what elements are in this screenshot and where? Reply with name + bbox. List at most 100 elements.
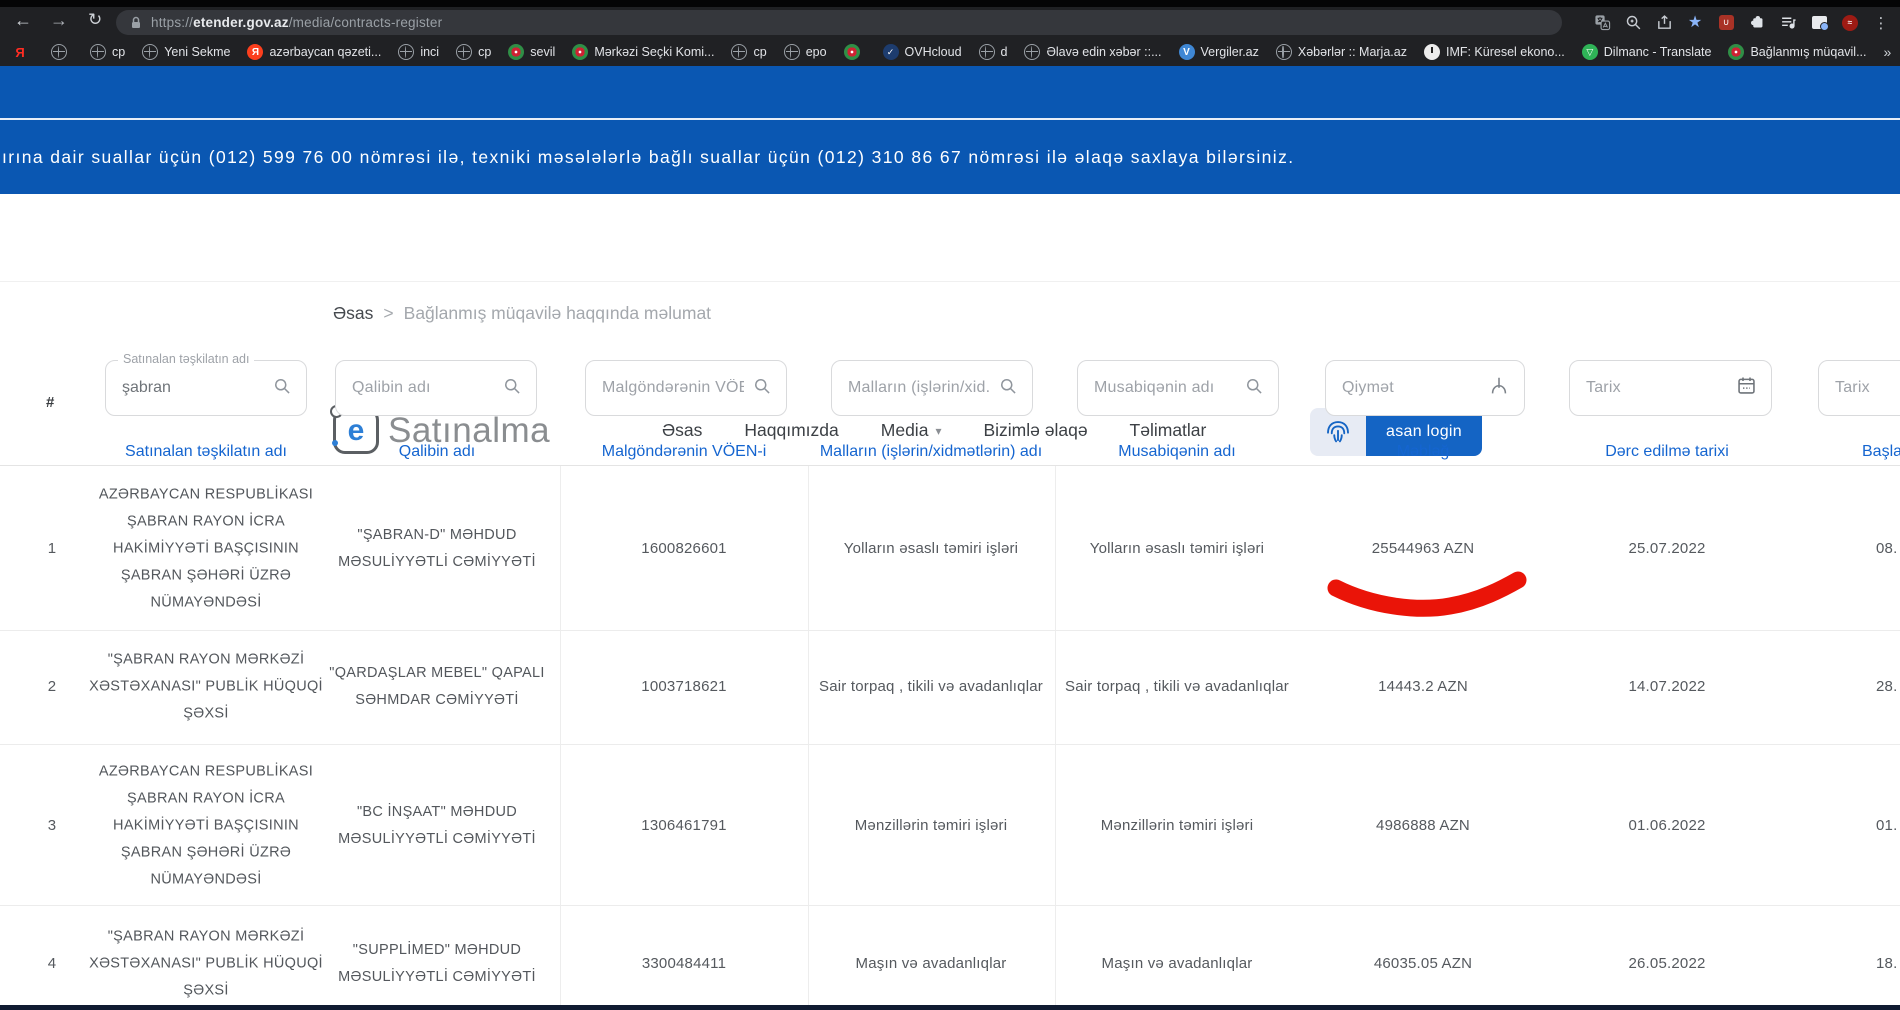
globe-icon — [731, 44, 747, 60]
filter-org-label: Satınalan təşkilatın adı — [118, 352, 254, 366]
bookmark-item[interactable]: Xəbərlər :: Marja.az — [1276, 44, 1407, 60]
globe-icon — [979, 44, 995, 60]
col-header-published: Dərc edilmə tarixi — [1605, 443, 1729, 461]
cell-voen: 1600826601 — [641, 537, 726, 561]
menu-icon[interactable]: ⋮ — [1872, 14, 1890, 32]
chevron-down-icon: ▾ — [935, 424, 941, 438]
extension-adguard-icon[interactable]: ∪ — [1717, 14, 1735, 32]
bookmark-item[interactable]: Яazərbaycan qəzeti... — [247, 44, 381, 60]
bookmark-item[interactable]: VVergiler.az — [1179, 44, 1259, 60]
bookmark-item[interactable]: d — [979, 44, 1008, 60]
bookmark-item[interactable]: Я — [12, 44, 34, 60]
bookmark-item[interactable]: Yeni Sekme — [142, 44, 230, 60]
cell-winner: "SUPPLİMED" MƏHDUD MƏSULİYYƏTLİ CƏMİYYƏT… — [312, 937, 562, 991]
cell-amount: 4986888 AZN — [1376, 814, 1470, 838]
bookmark-item[interactable]: cp — [90, 44, 125, 60]
tab-strip — [0, 0, 1900, 7]
toolbar-actions: ★ ∪ ≈ ⋮ — [1593, 9, 1890, 36]
globe-icon — [456, 44, 472, 60]
cell-winner: "QARDAŞLAR MEBEL" QAPALI SƏHMDAR CƏMİYYƏ… — [312, 660, 562, 714]
cell-tender: Sair torpaq , tikili və avadanlıqlar — [1052, 675, 1302, 699]
globe-icon — [1276, 44, 1292, 60]
red-marker-annotation — [1322, 568, 1532, 618]
cell-amount: 46035.05 AZN — [1374, 952, 1472, 976]
filter-goods-input[interactable]: Malların (işlərin/xid... — [831, 360, 1033, 416]
yandex-icon: Я — [12, 44, 28, 60]
bookmark-item[interactable]: epo — [784, 44, 827, 60]
nav-bizimle-elaqe[interactable]: Bizimlə əlaqə — [983, 420, 1087, 441]
clock-icon — [1424, 44, 1440, 60]
bookmark-item[interactable]: cp — [456, 44, 491, 60]
globe-icon — [142, 44, 158, 60]
yandex-badge-icon: Я — [247, 44, 263, 60]
bookmark-item[interactable]: Bağlanmış müqavil... — [1728, 44, 1866, 60]
cell-start: 08. — [1876, 537, 1897, 561]
filter-voen-input[interactable]: Malgöndərənin VÖE... — [585, 360, 787, 416]
cell-goods: Maşın və avadanlıqlar — [811, 952, 1051, 976]
bookmark-item[interactable]: sevil — [508, 44, 555, 60]
reload-icon[interactable]: ↻ — [88, 10, 102, 30]
search-icon — [998, 376, 1018, 401]
playlist-icon[interactable] — [1779, 14, 1797, 32]
cell-tender: Mənzillərin təmiri işləri — [1052, 814, 1302, 838]
address-bar[interactable]: https://etender.gov.az/media/contracts-r… — [116, 10, 1562, 35]
bookmark-item[interactable]: inci — [398, 44, 439, 60]
tab-preview-icon[interactable] — [1810, 14, 1828, 32]
bookmark-star-icon[interactable]: ★ — [1686, 14, 1704, 32]
breadcrumb-current: Bağlanmış müqavilə haqqında məlumat — [404, 303, 711, 324]
cell-start: 01. — [1876, 814, 1897, 838]
bookmark-item[interactable]: Mərkəzi Seçki Komi... — [572, 44, 714, 60]
bookmarks-overflow-icon[interactable]: » — [1884, 44, 1892, 60]
back-icon[interactable]: ← — [14, 10, 32, 31]
nav-haqqimizda[interactable]: Haqqımızda — [744, 420, 838, 441]
bookmark-item[interactable]: cp — [731, 44, 766, 60]
col-header-org: Satınalan təşkilatın adı — [125, 443, 287, 461]
filter-org-value: şabran — [122, 379, 264, 397]
nav-telimatlar[interactable]: Təlimatlar — [1130, 420, 1207, 441]
cell-amount: 14443.2 AZN — [1378, 675, 1468, 699]
browser-window: ← → ↻ https://etender.gov.az/media/contr… — [0, 0, 1900, 1010]
bookmark-item[interactable]: ▽Dilmanc - Translate — [1582, 44, 1712, 60]
globe-icon — [1024, 44, 1040, 60]
cell-published: 25.07.2022 — [1628, 537, 1705, 561]
opera-extension-icon[interactable]: ≈ — [1841, 14, 1859, 32]
zoom-icon[interactable] — [1624, 14, 1642, 32]
site-top-banner: ırına dair suallar üçün (012) 599 76 00 … — [0, 66, 1900, 194]
az-emblem-icon — [1728, 44, 1744, 60]
cell-goods: Mənzillərin təmiri işləri — [811, 814, 1051, 838]
ovh-icon: ✓ — [883, 44, 899, 60]
bookmark-item[interactable] — [51, 44, 73, 60]
cell-published: 14.07.2022 — [1628, 675, 1705, 699]
filter-price-input[interactable]: Qiymət — [1325, 360, 1525, 416]
breadcrumb-home[interactable]: Əsas — [333, 303, 373, 324]
az-emblem-icon — [508, 44, 524, 60]
extensions-puzzle-icon[interactable] — [1748, 14, 1766, 32]
filter-org-input[interactable]: Satınalan təşkilatın adı şabran — [105, 360, 307, 416]
nav-media[interactable]: Media▾ — [881, 420, 942, 441]
bookmark-item[interactable]: IMF: Küresel ekono... — [1424, 44, 1565, 60]
forward-icon[interactable]: → — [50, 10, 68, 31]
calendar-icon — [1736, 375, 1757, 401]
contact-notice: ırına dair suallar üçün (012) 599 76 00 … — [2, 147, 1294, 168]
az-emblem-icon — [572, 44, 588, 60]
cell-winner: "BC İNŞAAT" MƏHDUD MƏSULİYYƏTLİ CƏMİYYƏT… — [312, 799, 562, 853]
filter-winner-input[interactable]: Qalibin adı — [335, 360, 537, 416]
bookmark-item[interactable] — [844, 44, 866, 60]
bottom-edge — [0, 1005, 1900, 1010]
browser-toolbar: ← → ↻ https://etender.gov.az/media/contr… — [0, 7, 1900, 38]
translate-icon[interactable] — [1593, 14, 1611, 32]
search-icon — [752, 376, 772, 401]
filter-date-from-input[interactable]: Tarix — [1569, 360, 1772, 416]
share-icon[interactable] — [1655, 14, 1673, 32]
col-header-amount: Məbləğ — [1397, 443, 1449, 461]
bookmark-item[interactable]: ✓OVHcloud — [883, 44, 962, 60]
filter-date-to-input[interactable]: Tarix — [1818, 360, 1900, 416]
cell-tender: Yolların əsaslı təmiri işləri — [1052, 537, 1302, 561]
filter-tender-input[interactable]: Musabiqənin adı — [1077, 360, 1279, 416]
az-emblem-icon — [844, 44, 860, 60]
nav-esas[interactable]: Əsas — [662, 420, 702, 441]
col-header-goods: Malların (işlərin/xidmətlərin) adı — [820, 443, 1042, 461]
url-text: https://etender.gov.az/media/contracts-r… — [151, 15, 442, 30]
bookmark-item[interactable]: Əlavə edin xəbər ::... — [1024, 44, 1161, 60]
search-icon — [502, 376, 522, 401]
